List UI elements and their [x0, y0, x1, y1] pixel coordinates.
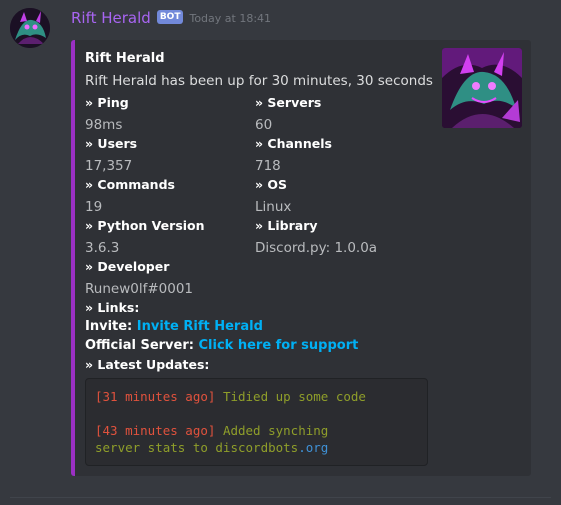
field-name: » Servers: [255, 95, 322, 110]
field-value: 3.6.3: [85, 240, 120, 256]
rift-herald-avatar-icon: [10, 8, 50, 48]
field-name: » Developer: [85, 259, 170, 274]
field-developer: » Developer Runew0lf#0001: [85, 258, 255, 299]
update-entry: [31 minutes ago] Tidied up some code: [95, 388, 421, 405]
message-header: Rift Herald BOT Today at 18:41: [71, 9, 271, 27]
field-users: » Users 17,357: [85, 135, 255, 176]
timestamp: Today at 18:41: [189, 11, 272, 25]
update-entry: [43 minutes ago] Added synching: [95, 422, 421, 439]
field-value: Linux: [255, 199, 292, 215]
server-label: Official Server:: [85, 338, 194, 353]
invite-line: Invite: Invite Rift Herald: [85, 317, 435, 336]
field-python-version: » Python Version 3.6.3: [85, 217, 255, 258]
updates-codeblock: [31 minutes ago] Tidied up some code [43…: [85, 378, 428, 466]
update-text: Tidied up some code: [222, 389, 366, 404]
field-name: » OS: [255, 177, 288, 192]
field-value: 98ms: [85, 117, 123, 133]
invite-label: Invite:: [85, 319, 133, 334]
embed-title: Rift Herald: [85, 51, 165, 66]
server-line: Official Server: Click here for support: [85, 336, 435, 355]
bot-avatar[interactable]: [10, 8, 50, 48]
update-text-suffix: .org: [298, 440, 329, 455]
field-value: Discord.py: 1.0.0a: [255, 240, 378, 256]
update-time: [43 minutes ago]: [95, 423, 216, 438]
invite-link[interactable]: Invite Rift Herald: [137, 319, 263, 334]
username[interactable]: Rift Herald: [71, 9, 151, 27]
field-value: 718: [255, 158, 281, 174]
embed-content: Rift Herald Rift Herald has been up for …: [85, 50, 435, 466]
field-value: 60: [255, 117, 273, 133]
field-name: » Ping: [85, 95, 129, 110]
field-library: » Library Discord.py: 1.0.0a: [255, 217, 425, 258]
update-text: server stats to discordbots: [95, 440, 299, 455]
field-name: » Channels: [255, 136, 332, 151]
embed: Rift Herald Rift Herald has been up for …: [71, 40, 531, 476]
bot-tag: BOT: [156, 10, 184, 24]
update-time: [31 minutes ago]: [95, 389, 216, 404]
field-name: » Commands: [85, 177, 175, 192]
field-name: » Users: [85, 136, 138, 151]
field-value: 17,357: [85, 158, 133, 174]
embed-accent-bar: [71, 40, 75, 476]
field-name: » Python Version: [85, 218, 205, 233]
field-channels: » Channels 718: [255, 135, 425, 176]
field-value: Runew0lf#0001: [85, 281, 193, 297]
update-text: Added synching: [222, 423, 329, 438]
embed-thumbnail[interactable]: [442, 48, 522, 128]
updates-heading: » Latest Updates:: [85, 357, 210, 372]
rift-herald-thumbnail-icon: [442, 48, 522, 128]
support-link[interactable]: Click here for support: [199, 338, 359, 353]
embed-description: Rift Herald has been up for 30 minutes, …: [85, 73, 433, 89]
field-commands: » Commands 19: [85, 176, 255, 217]
update-entry-continued: server stats to discordbots.org: [95, 439, 421, 456]
field-ping: » Ping 98ms: [85, 94, 255, 135]
field-os: » OS Linux: [255, 176, 425, 217]
field-servers: » Servers 60: [255, 94, 425, 135]
embed-fields: » Ping 98ms » Servers 60 » Users 17,357 …: [85, 94, 435, 299]
field-name: » Library: [255, 218, 318, 233]
links-heading: » Links:: [85, 300, 140, 315]
update-spacer: [95, 405, 421, 422]
field-value: 19: [85, 199, 103, 215]
message-divider: [10, 497, 551, 498]
